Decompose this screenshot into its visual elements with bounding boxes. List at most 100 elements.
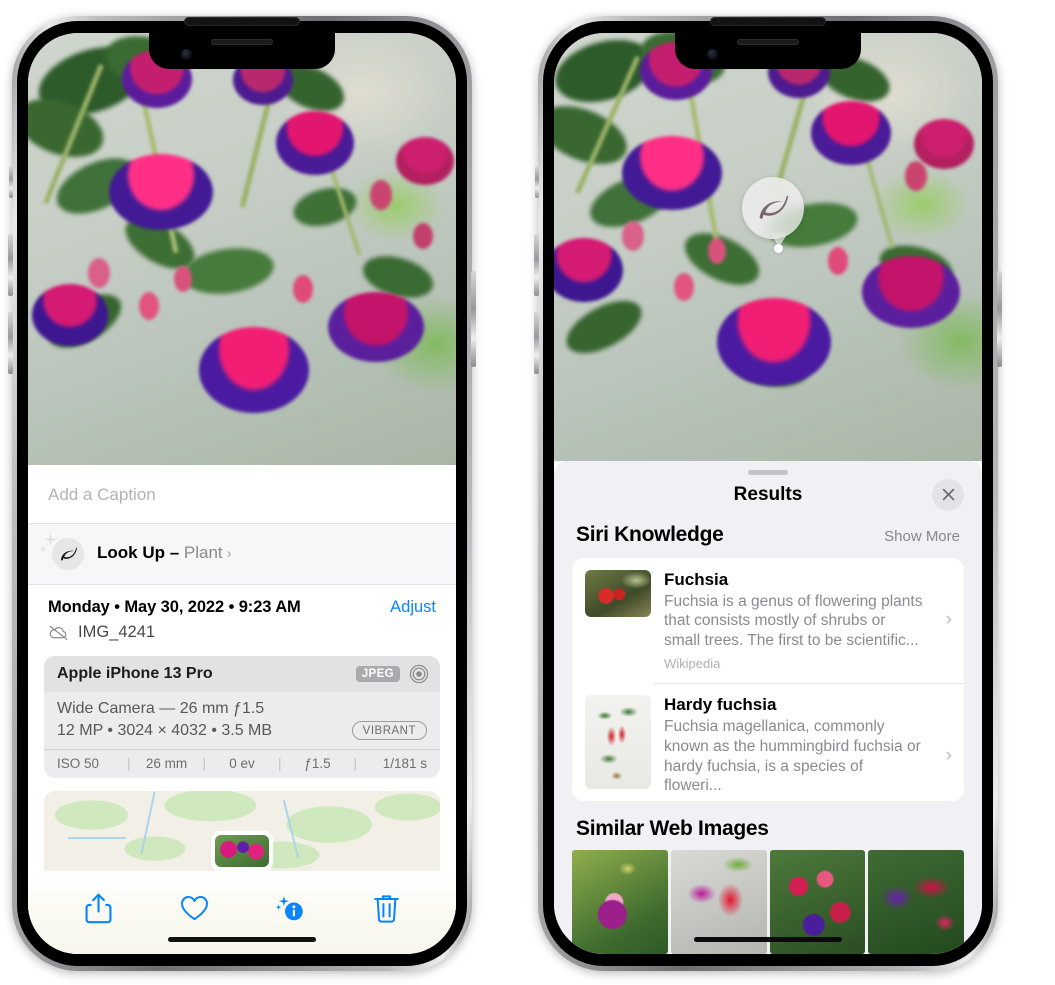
look-up-label: Look Up – Plant › xyxy=(97,543,232,563)
front-camera xyxy=(181,49,192,60)
power-button[interactable] xyxy=(471,271,476,367)
size-info-row: 12 MP • 3024 × 4032 • 3.5 MB VIBRANT xyxy=(57,721,427,740)
siri-knowledge-header: Siri Knowledge Show More xyxy=(554,519,982,558)
exif-shutter-speed: 1/181 s xyxy=(382,756,427,771)
similar-web-images-title: Similar Web Images xyxy=(576,817,769,840)
location-map[interactable] xyxy=(44,791,440,871)
camera-info-card: Apple iPhone 13 Pro JPEG Wide Camera — 2… xyxy=(44,656,440,778)
cloud-slash-icon xyxy=(49,625,68,640)
photographic-style-chip: VIBRANT xyxy=(351,721,427,740)
chevron-right-icon: › xyxy=(945,609,952,631)
exif-separator: | xyxy=(277,756,282,771)
siri-knowledge-title: Siri Knowledge xyxy=(576,522,724,546)
list-item[interactable]: Hardy fuchsia Fuchsia magellanica, commo… xyxy=(572,682,964,801)
device-bezel: Results Siri Knowledge Show More Fuchsia… xyxy=(543,17,993,966)
favorite-button[interactable] xyxy=(172,888,216,928)
device-bezel: Add a Caption Look Up – Plant › Monday •… xyxy=(17,17,467,966)
exif-focal-length: 26 mm xyxy=(145,756,188,771)
share-button[interactable] xyxy=(76,888,120,928)
home-indicator[interactable] xyxy=(168,937,316,942)
web-image-thumbnail[interactable] xyxy=(868,850,964,954)
exif-iso: ISO 50 xyxy=(57,756,100,771)
earpiece-speaker xyxy=(737,39,799,45)
knowledge-title: Hardy fuchsia xyxy=(664,694,777,714)
map-photo-pin[interactable] xyxy=(211,831,273,871)
knowledge-thumbnail xyxy=(585,569,651,617)
photo-fuchsia-flowers[interactable] xyxy=(554,33,982,461)
aperture-icon xyxy=(409,664,429,684)
leaf-icon-circle xyxy=(52,538,84,570)
lens-info: Wide Camera — 26 mm ƒ1.5 xyxy=(57,700,265,717)
camera-card-body: Wide Camera — 26 mm ƒ1.5 12 MP • 3024 × … xyxy=(44,692,440,749)
knowledge-text: Hardy fuchsia Fuchsia magellanica, commo… xyxy=(664,695,931,801)
exif-aperture: ƒ1.5 xyxy=(304,756,331,771)
exif-separator: | xyxy=(202,756,206,771)
knowledge-thumbnail xyxy=(585,694,651,789)
map-pin-thumbnail xyxy=(215,835,269,867)
results-sheet: Results Siri Knowledge Show More Fuchsia… xyxy=(554,461,982,954)
trash-icon xyxy=(373,894,399,923)
photo-date-row: Monday • May 30, 2022 • 9:23 AM Adjust xyxy=(28,584,456,621)
photo-fuchsia-flowers[interactable] xyxy=(28,33,456,465)
knowledge-source: Wikipedia xyxy=(664,796,925,801)
photo-date: Monday • May 30, 2022 • 9:23 AM xyxy=(48,598,301,616)
look-up-title: Look Up – xyxy=(97,543,184,562)
knowledge-title: Fuchsia xyxy=(664,569,729,589)
file-name-row: IMG_4241 xyxy=(28,621,456,652)
device-notch xyxy=(675,33,861,69)
front-camera xyxy=(707,49,718,60)
home-indicator[interactable] xyxy=(694,937,842,942)
device-notch xyxy=(149,33,335,69)
visual-lookup-badge[interactable] xyxy=(742,177,805,239)
knowledge-description: Fuchsia magellanica, commonly known as t… xyxy=(664,717,921,795)
info-sparkle-icon xyxy=(275,895,303,920)
delete-button[interactable] xyxy=(364,888,408,928)
heart-icon xyxy=(180,895,208,920)
photos-info-screen: Add a Caption Look Up – Plant › Monday •… xyxy=(28,33,456,954)
top-speaker-pill xyxy=(184,17,300,26)
volume-down-button[interactable] xyxy=(8,312,13,374)
web-image-thumbnail[interactable] xyxy=(572,850,668,954)
sparkle-small-icon xyxy=(39,545,47,553)
camera-header-badges: JPEG xyxy=(355,664,429,684)
iphone-left-device: Add a Caption Look Up – Plant › Monday •… xyxy=(8,16,476,971)
camera-device-name: Apple iPhone 13 Pro xyxy=(57,665,213,682)
share-icon xyxy=(85,893,111,923)
knowledge-text: Fuchsia Fuchsia is a genus of flowering … xyxy=(664,570,931,671)
volume-down-button[interactable] xyxy=(534,312,539,374)
exif-row: ISO 50 | 26 mm | 0 ev | ƒ1.5 | 1/181 s xyxy=(44,749,440,778)
siri-knowledge-card: Fuchsia Fuchsia is a genus of flowering … xyxy=(572,557,964,801)
exif-exposure-value: 0 ev xyxy=(229,756,255,771)
visual-lookup-results-screen: Results Siri Knowledge Show More Fuchsia… xyxy=(554,33,982,954)
show-more-button[interactable]: Show More xyxy=(884,528,960,545)
silent-switch[interactable] xyxy=(535,166,539,198)
chevron-right-icon: › xyxy=(945,744,952,766)
iphone-right-device: Results Siri Knowledge Show More Fuchsia… xyxy=(534,16,1002,971)
earpiece-speaker xyxy=(211,39,273,45)
volume-up-button[interactable] xyxy=(8,234,13,296)
top-speaker-pill xyxy=(710,17,826,26)
volume-up-button[interactable] xyxy=(534,234,539,296)
photo-toolbar xyxy=(28,876,456,954)
power-button[interactable] xyxy=(997,271,1002,367)
look-up-row[interactable]: Look Up – Plant › xyxy=(28,523,456,584)
close-button[interactable] xyxy=(932,478,964,511)
screenshot-stage: Add a Caption Look Up – Plant › Monday •… xyxy=(0,0,1055,985)
results-title: Results xyxy=(733,483,803,505)
leaf-icon xyxy=(60,547,77,561)
caption-input[interactable]: Add a Caption xyxy=(28,465,456,523)
leaf-icon xyxy=(759,195,789,219)
results-header: Results xyxy=(554,475,982,519)
list-item[interactable]: Fuchsia Fuchsia is a genus of flowering … xyxy=(572,558,964,683)
adjust-button[interactable]: Adjust xyxy=(390,598,436,617)
info-button[interactable] xyxy=(268,888,312,928)
exif-separator: | xyxy=(126,756,131,771)
look-up-subject: Plant xyxy=(183,543,223,562)
camera-card-header: Apple iPhone 13 Pro JPEG xyxy=(44,656,440,692)
look-up-icon-group xyxy=(39,533,84,570)
file-name: IMG_4241 xyxy=(78,623,156,641)
close-icon xyxy=(942,488,954,501)
knowledge-description: Fuchsia is a genus of flowering plants t… xyxy=(664,592,923,650)
format-badge: JPEG xyxy=(355,666,400,682)
silent-switch[interactable] xyxy=(9,166,13,198)
